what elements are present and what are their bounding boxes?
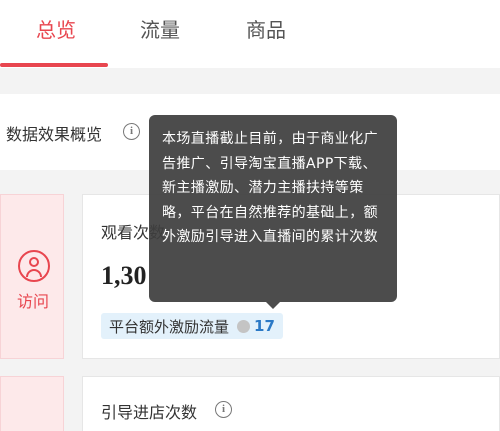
visit-label: 访问 [16, 292, 49, 311]
tab-bar: 总览 流量 商品 [0, 0, 500, 68]
section-divider [0, 68, 500, 94]
visit-category-card: 访问 [0, 194, 64, 359]
views-value: 1,30 [101, 261, 147, 290]
store-visits-title: 引导进店次数 [101, 403, 198, 422]
info-icon[interactable]: i [215, 401, 232, 418]
extra-traffic-badge[interactable]: 平台额外激励流量 17 [101, 313, 283, 339]
tab-traffic[interactable]: 流量 [140, 14, 180, 43]
user-icon [18, 250, 50, 282]
tab-products[interactable]: 商品 [246, 14, 286, 43]
tooltip-arrow [266, 302, 280, 309]
section-title: 数据效果概览 [6, 125, 103, 144]
info-icon[interactable]: i [123, 123, 140, 140]
active-tab-indicator [0, 63, 108, 67]
store-category-card [0, 376, 64, 431]
extra-traffic-label: 平台额外激励流量 [109, 317, 230, 336]
extra-traffic-value: 17 [254, 317, 275, 335]
tooltip-text: 本场直播截止目前，由于商业化广告推广、引导淘宝直播APP下载、新主播激励、潜力主… [162, 131, 378, 245]
store-visits-card[interactable]: 引导进店次数 i [82, 376, 500, 431]
tab-overview[interactable]: 总览 [36, 14, 76, 43]
hover-dot-icon[interactable] [237, 319, 251, 333]
tooltip: 本场直播截止目前，由于商业化广告推广、引导淘宝直播APP下载、新主播激励、潜力主… [149, 115, 397, 302]
